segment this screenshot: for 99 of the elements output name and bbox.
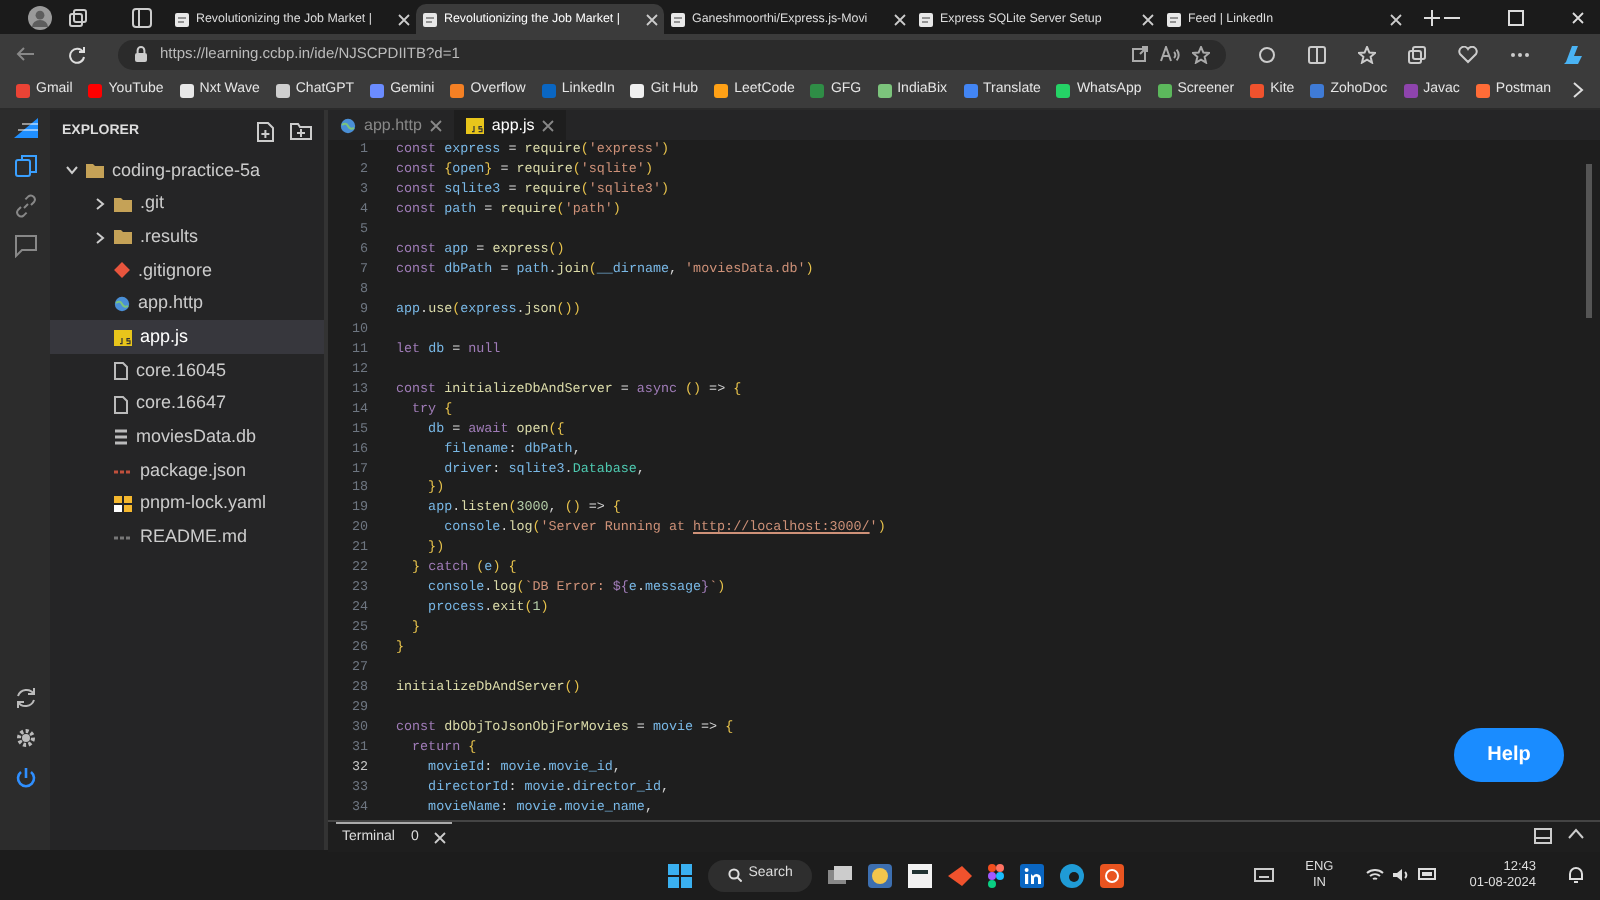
page-icon: [918, 11, 934, 27]
bookmark-favicon-icon: [1475, 84, 1490, 98]
new-file-icon[interactable]: [256, 122, 274, 142]
bookmark-favicon-icon: [810, 84, 825, 98]
file-item[interactable]: README.md: [50, 521, 324, 555]
split-screen-icon[interactable]: [1308, 45, 1326, 63]
windows-start-icon[interactable]: [668, 863, 693, 887]
read-aloud-icon[interactable]: [1160, 46, 1180, 62]
favorites-icon[interactable]: [1358, 45, 1376, 63]
panel-icon[interactable]: [1534, 828, 1552, 845]
workspaces-icon[interactable]: [68, 7, 88, 27]
bookmark-favicon-icon: [16, 84, 30, 98]
star-icon[interactable]: [1192, 45, 1210, 63]
ubuntu-app-icon[interactable]: [1100, 863, 1125, 887]
kite-app-icon[interactable]: [948, 865, 973, 885]
bookmark-favicon-icon: [1056, 84, 1071, 98]
speaker-icon[interactable]: [1391, 868, 1410, 882]
close-icon[interactable]: [646, 13, 658, 25]
bookmark-favicon-icon: [88, 84, 103, 98]
close-icon[interactable]: [894, 13, 906, 25]
bookmark-favicon-icon: [1403, 84, 1418, 98]
chevron-right-icon[interactable]: [1572, 82, 1584, 99]
keyboard-icon[interactable]: [1253, 868, 1274, 882]
editor-tab[interactable]: app.js: [453, 110, 567, 140]
folder-item[interactable]: coding-practice-5a: [50, 154, 324, 188]
file-item[interactable]: moviesData.db: [50, 421, 324, 455]
bookmark-favicon-icon: [1250, 84, 1265, 98]
lock-icon: [134, 46, 148, 62]
chevron-right-icon: [94, 231, 106, 244]
task-view-icon[interactable]: [828, 865, 853, 885]
back-icon[interactable]: [16, 46, 36, 62]
avatar-icon[interactable]: [28, 5, 52, 29]
bookmark-favicon-icon: [450, 84, 465, 98]
linkedin-app-icon[interactable]: [1020, 863, 1045, 887]
file-item[interactable]: app.http: [50, 287, 324, 321]
tab-actions-icon[interactable]: [132, 7, 152, 27]
nxtwave-app-icon[interactable]: [908, 863, 933, 887]
file-item[interactable]: core.16647: [50, 387, 324, 421]
wifi-icon[interactable]: [1365, 868, 1384, 882]
js-file-icon: [114, 329, 132, 346]
close-icon[interactable]: [1142, 13, 1154, 25]
close-icon[interactable]: [434, 831, 447, 844]
folder-item[interactable]: .results: [50, 220, 324, 255]
bookmark-favicon-icon: [877, 84, 892, 98]
heart-icon[interactable]: [1458, 45, 1478, 63]
copilot-icon[interactable]: [1562, 43, 1584, 65]
page-icon: [422, 11, 438, 27]
globe-icon: [340, 117, 356, 133]
new-folder-icon[interactable]: [290, 122, 312, 140]
bookmark-favicon-icon: [179, 84, 194, 98]
bookmark-favicon-icon: [275, 84, 290, 98]
file-item[interactable]: app.js: [50, 320, 324, 355]
js-file-icon: [465, 117, 484, 133]
power-icon[interactable]: [13, 766, 37, 790]
file-item[interactable]: pnpm-lock.yaml: [50, 487, 324, 522]
scrollbar-thumb[interactable]: [1586, 164, 1592, 318]
collections-icon[interactable]: [1408, 45, 1426, 63]
close-icon[interactable]: [398, 13, 410, 25]
page-icon: [1166, 11, 1182, 27]
globe-icon: [114, 296, 130, 313]
file-item[interactable]: package.json: [50, 454, 324, 488]
bookmark-favicon-icon: [1157, 84, 1172, 98]
json-file-icon: [114, 467, 132, 476]
figma-app-icon[interactable]: [988, 863, 1005, 887]
git-icon: [114, 262, 130, 279]
bookmark-favicon-icon: [370, 84, 385, 98]
file-item[interactable]: .gitignore: [50, 254, 324, 288]
files-icon[interactable]: [13, 154, 37, 178]
ccbp-logo-icon: [13, 118, 37, 138]
bookmark-favicon-icon: [1310, 84, 1325, 98]
settings-icon[interactable]: [13, 726, 37, 750]
chat-icon[interactable]: [13, 234, 37, 258]
photos-app-icon[interactable]: [868, 863, 893, 887]
bookmark-favicon-icon: [963, 84, 978, 98]
link-icon[interactable]: [13, 194, 37, 218]
page-icon: [174, 11, 190, 27]
more-icon[interactable]: [1510, 51, 1530, 57]
file-item[interactable]: core.16045: [50, 354, 324, 388]
new-tab-icon[interactable]: [1424, 9, 1440, 25]
search-icon: [728, 868, 743, 882]
chevron-up-icon[interactable]: [1568, 828, 1584, 841]
yaml-file-icon: [114, 496, 132, 513]
bookmark-favicon-icon: [714, 84, 729, 98]
share-icon[interactable]: [1132, 46, 1148, 62]
edge-browser-icon[interactable]: [1060, 863, 1085, 887]
page-icon: [670, 11, 686, 27]
battery-icon[interactable]: [1417, 868, 1438, 880]
editor-tab[interactable]: app.http: [328, 110, 454, 140]
maximize-icon[interactable]: [1508, 9, 1524, 25]
markdown-file-icon: [114, 533, 132, 542]
chevron-right-icon: [94, 198, 106, 211]
folder-item[interactable]: .git: [50, 187, 324, 221]
bookmark-favicon-icon: [630, 84, 645, 98]
notification-icon[interactable]: [1568, 866, 1584, 884]
close-icon[interactable]: [1390, 13, 1402, 25]
bookmark-favicon-icon: [541, 84, 556, 98]
chevron-down-icon: [66, 164, 78, 177]
folder-icon: [86, 163, 104, 178]
database-icon: [114, 428, 128, 447]
